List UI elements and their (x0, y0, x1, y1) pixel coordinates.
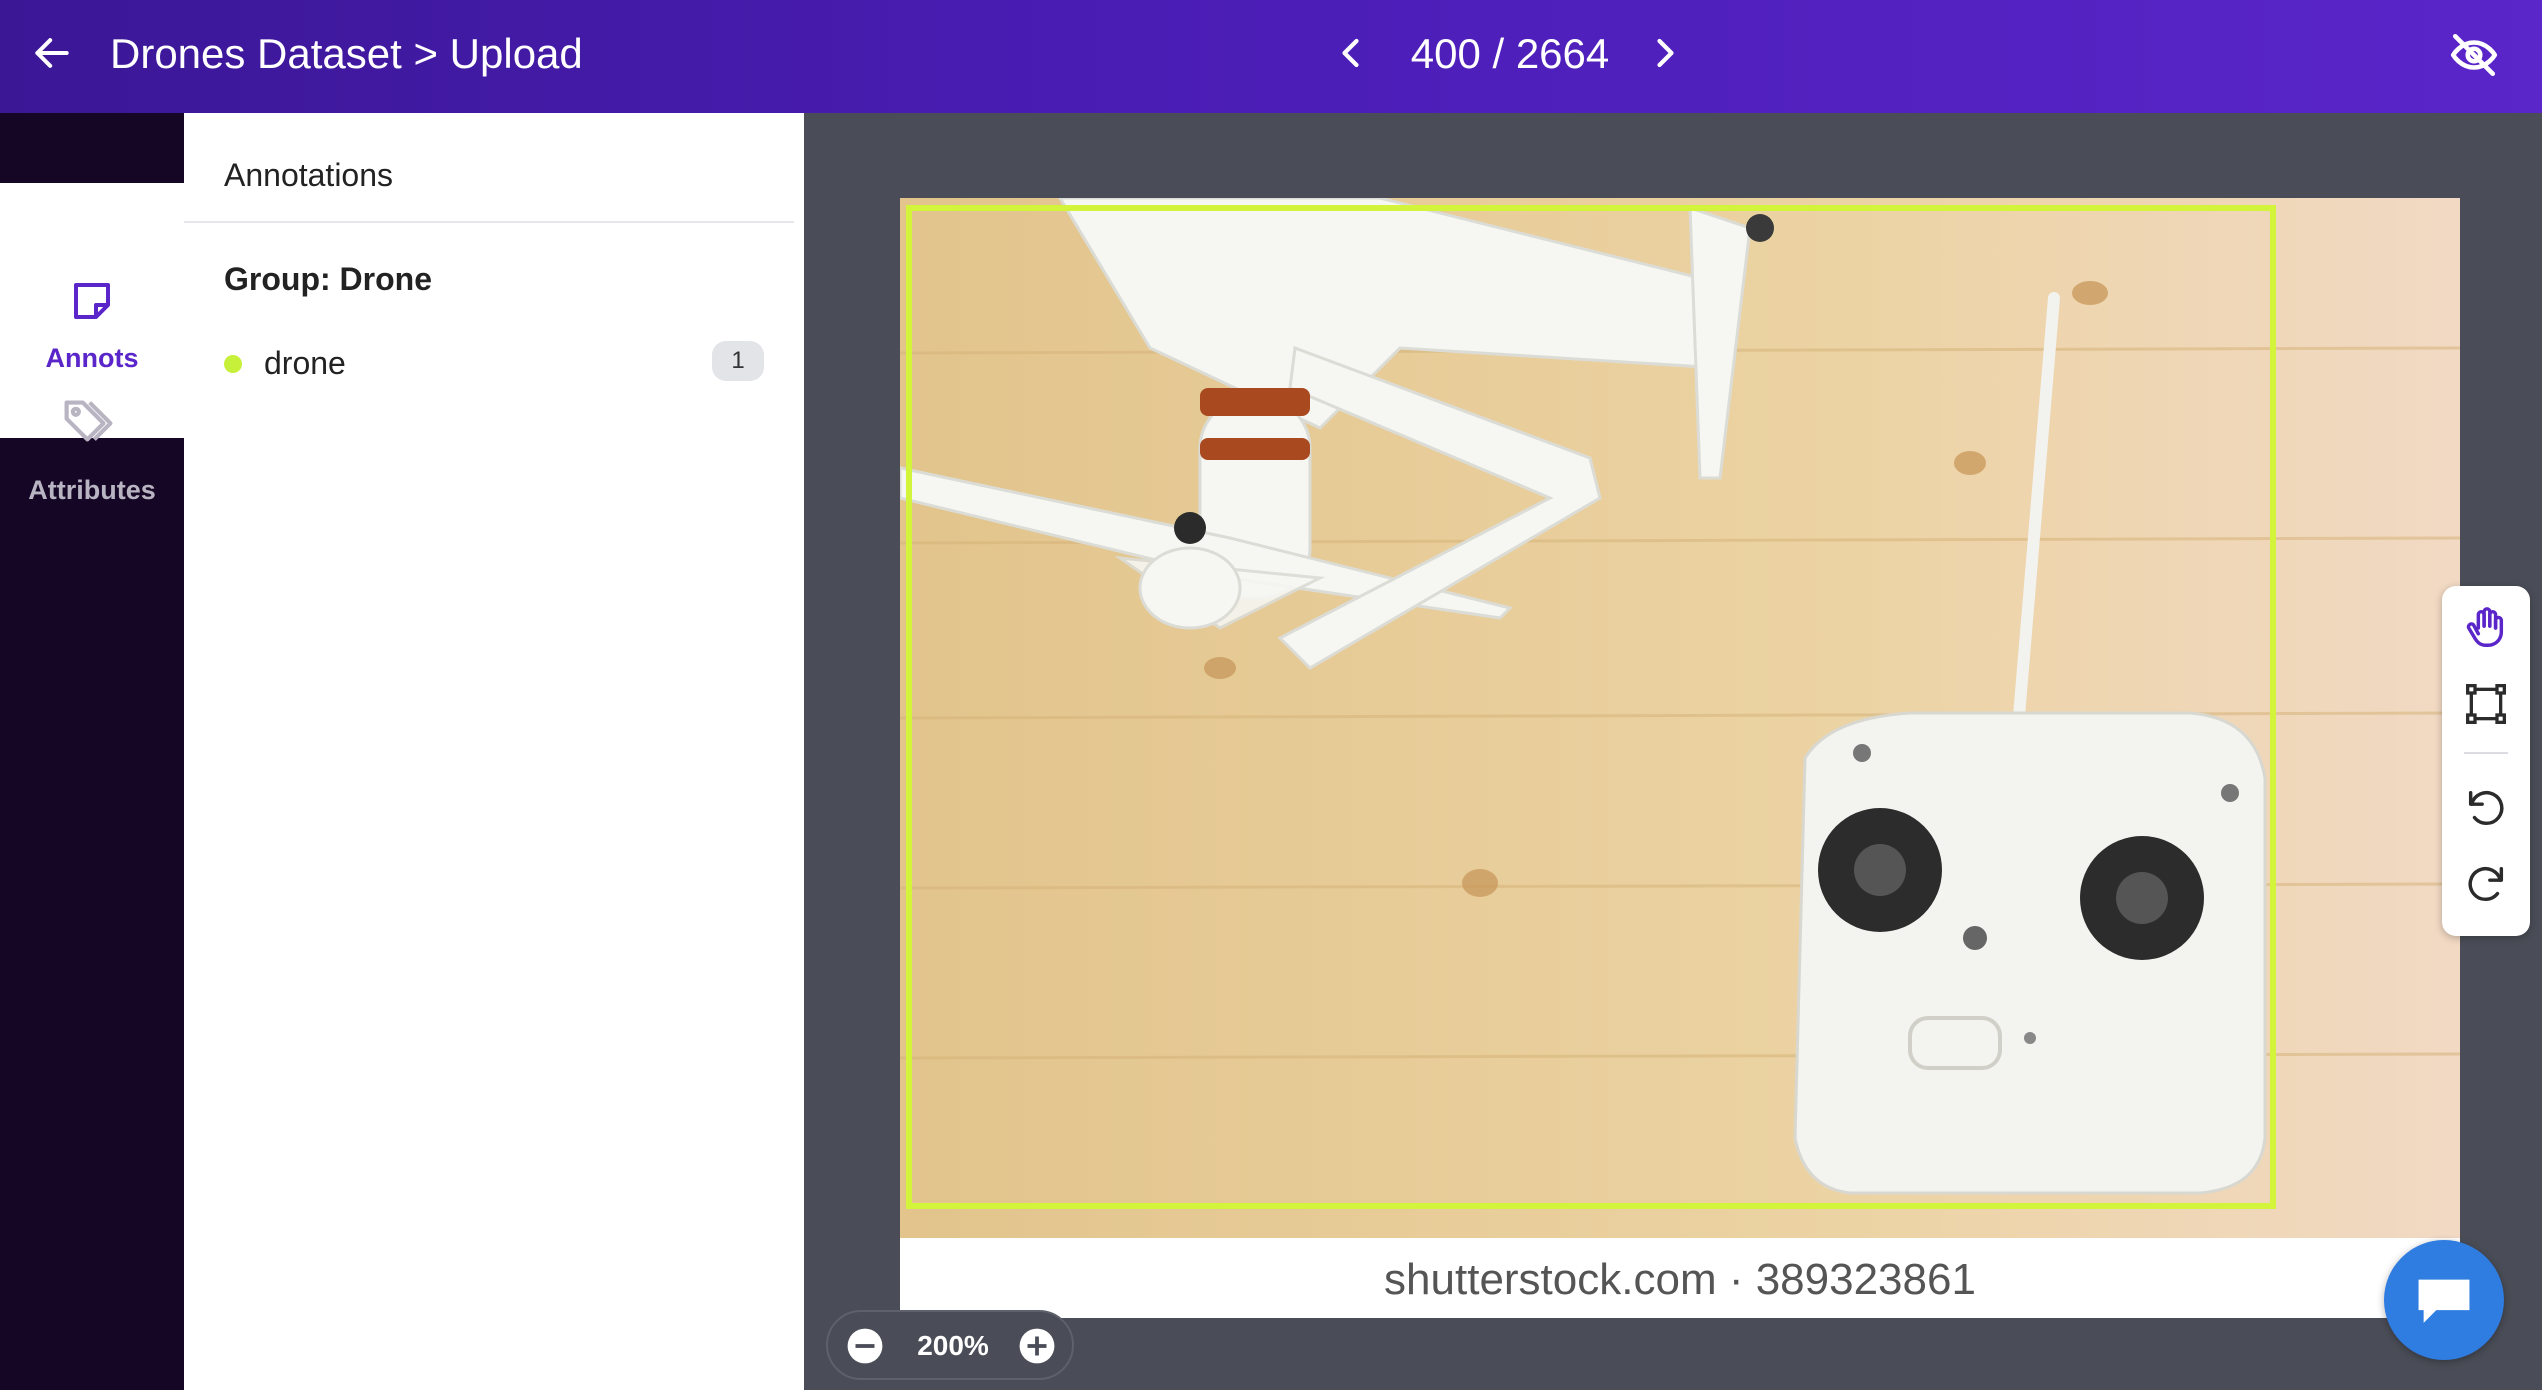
bounding-box-icon[interactable] (2456, 674, 2516, 734)
zoom-control: 200% (826, 1310, 1074, 1380)
zoom-in-icon[interactable] (1016, 1325, 1058, 1367)
label-color-dot (224, 355, 242, 373)
watermark-text: shutterstock.com · 389323861 (1384, 1255, 1976, 1304)
chat-support-icon[interactable] (2384, 1240, 2504, 1360)
previous-image-icon[interactable] (1326, 25, 1378, 81)
breadcrumb-title: Drones Dataset > Upload (110, 30, 583, 77)
left-rail: Annots Attributes (0, 113, 184, 1390)
top-bar: Drones Dataset > Upload 400 / 2664 (0, 0, 2542, 113)
annotations-panel: Annotations Group: Drone drone 1 (184, 113, 804, 1390)
hide-annotations-eye-icon[interactable] (2442, 25, 2506, 85)
back-arrow-icon[interactable] (24, 25, 80, 81)
annotation-count-badge: 1 (712, 341, 764, 381)
rail-top-cap (0, 113, 184, 183)
next-image-icon[interactable] (1638, 25, 1690, 81)
canvas-toolbar (2442, 586, 2530, 936)
tab-attributes-label: Attributes (28, 475, 156, 505)
zoom-out-icon[interactable] (844, 1325, 886, 1367)
group-title: Group: Drone (224, 261, 432, 297)
tags-icon (62, 391, 122, 451)
annotation-bounding-box[interactable] (906, 205, 2276, 1209)
note-icon (62, 271, 122, 331)
undo-icon[interactable] (2456, 778, 2516, 838)
annotation-list-item[interactable]: drone 1 (224, 341, 764, 385)
image-counter: 400 / 2664 (1410, 30, 1610, 77)
tab-attributes[interactable]: Attributes (0, 383, 184, 523)
panel-divider (184, 221, 794, 223)
pan-hand-icon[interactable] (2456, 598, 2516, 658)
panel-heading: Annotations (224, 157, 394, 193)
redo-icon[interactable] (2456, 854, 2516, 914)
annotation-label-name: drone (264, 345, 346, 381)
toolbar-separator (2464, 752, 2508, 754)
image-canvas[interactable]: shutterstock.com · 389323861 200% (804, 113, 2542, 1390)
zoom-level: 200% (917, 1330, 989, 1361)
tab-annots-label: Annots (45, 343, 139, 373)
